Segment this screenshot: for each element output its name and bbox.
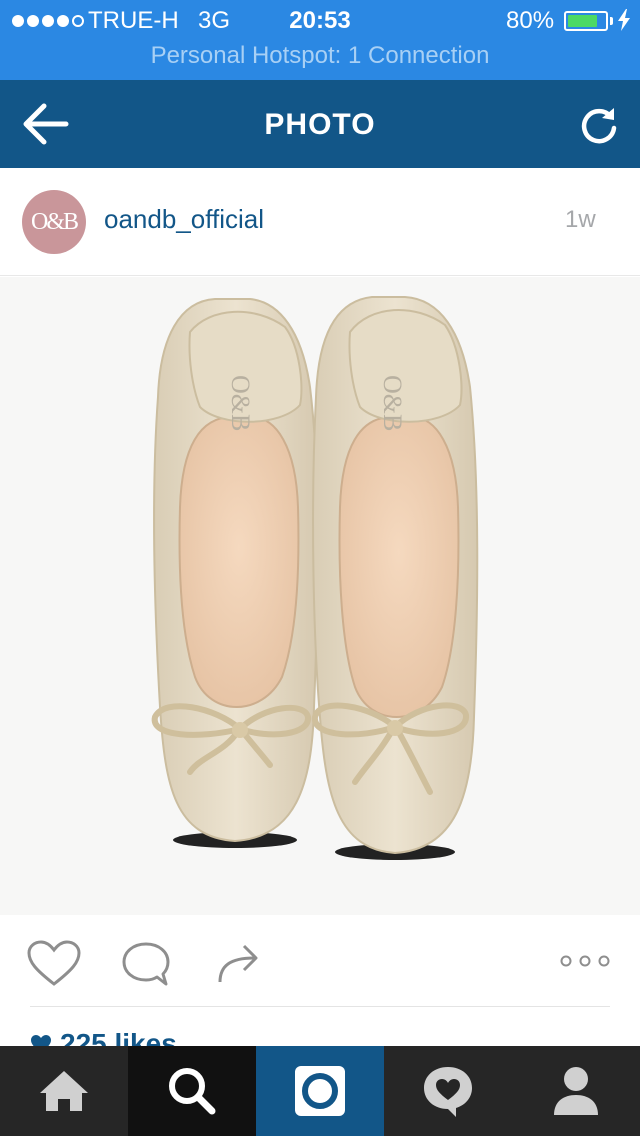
svg-text:O&B: O&B — [378, 375, 407, 431]
tab-bar — [0, 1046, 640, 1136]
heart-icon[interactable] — [26, 940, 82, 988]
activity-icon — [424, 1067, 472, 1117]
post-age: 1w — [565, 206, 596, 233]
battery-tip — [610, 17, 613, 25]
home-icon — [40, 1071, 88, 1111]
hotspot-banner[interactable]: Personal Hotspot: 1 Connection — [0, 42, 640, 70]
share-icon[interactable] — [216, 940, 262, 986]
tab-activity[interactable] — [384, 1046, 512, 1136]
tab-home[interactable] — [0, 1046, 128, 1136]
actions-divider — [30, 1006, 610, 1007]
avatar[interactable]: O&B — [22, 190, 86, 254]
post-header: O&B oandb_official 1w — [0, 168, 640, 276]
ballet-flats-image: O&B O&B — [0, 277, 640, 915]
username-link[interactable]: oandb_official — [104, 204, 264, 235]
tab-search[interactable] — [128, 1046, 256, 1136]
battery-percent: 80% — [506, 7, 555, 34]
charging-icon — [618, 9, 630, 31]
page-title: PHOTO — [264, 108, 376, 141]
more-icon[interactable] — [560, 954, 610, 968]
post-photo[interactable]: O&B O&B — [0, 277, 640, 915]
comment-icon[interactable] — [120, 940, 172, 988]
refresh-icon[interactable] — [578, 104, 620, 146]
camera-icon — [295, 1066, 345, 1116]
post-actions — [0, 916, 640, 1008]
navigation-bar: PHOTO — [0, 80, 640, 168]
status-bar: TRUE-H 3G 20:53 80% Personal Hotspot: 1 … — [0, 0, 640, 80]
tab-camera[interactable] — [256, 1046, 384, 1136]
svg-text:O&B: O&B — [226, 375, 255, 431]
profile-icon — [554, 1067, 598, 1115]
battery-icon — [564, 11, 608, 31]
search-icon — [169, 1068, 216, 1115]
tab-profile[interactable] — [512, 1046, 640, 1136]
